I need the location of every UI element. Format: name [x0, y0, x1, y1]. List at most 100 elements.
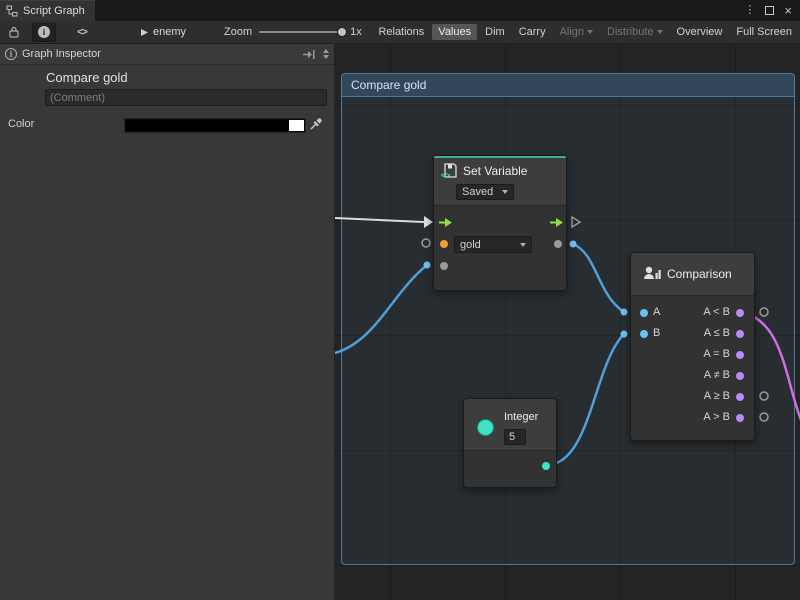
dim-button[interactable]: Dim	[479, 24, 511, 40]
overview-button[interactable]: Overview	[671, 24, 729, 40]
output-greater-port[interactable]	[736, 414, 744, 422]
flow-output-arrow[interactable]	[549, 217, 564, 228]
inspector-header-controls	[302, 49, 329, 60]
wire-value-in[interactable]	[335, 265, 427, 354]
wire-flow-in[interactable]	[335, 218, 424, 222]
chevron-down-icon	[520, 243, 526, 247]
unconnected-port-ring[interactable]	[422, 239, 430, 247]
output-label: A ≤ B	[704, 327, 730, 339]
toolbar-buttons: Relations Values Dim Carry Align Distrib…	[372, 24, 800, 40]
output-label: A ≥ B	[704, 390, 730, 402]
tab-script-graph[interactable]: Script Graph	[0, 0, 95, 21]
lock-button[interactable]	[2, 23, 26, 42]
carry-button[interactable]: Carry	[513, 24, 552, 40]
wire-flow-arrowhead	[424, 216, 433, 228]
value-output-port[interactable]	[554, 240, 562, 248]
graph-owner-item[interactable]: enemy	[140, 26, 186, 38]
info-icon: i	[38, 26, 50, 38]
graph-owner-icon	[140, 28, 149, 37]
code-view-button[interactable]: <>	[70, 23, 94, 42]
output-greaterequal-port[interactable]	[736, 393, 744, 401]
node-set-variable[interactable]: <> Set Variable Saved	[433, 155, 567, 291]
script-graph-icon	[6, 5, 18, 17]
inspector-graph-title: Compare gold	[46, 70, 128, 85]
flow-out-marker[interactable]	[572, 217, 580, 227]
titlebar: Script Graph ⋮ ×	[0, 0, 800, 21]
color-swatch[interactable]	[125, 119, 305, 132]
eyedropper-icon[interactable]	[309, 117, 323, 131]
fullscreen-button[interactable]: Full Screen	[730, 24, 798, 40]
output-label: A > B	[703, 411, 730, 423]
port-point[interactable]	[621, 309, 628, 316]
zoom-slider[interactable]	[259, 31, 343, 33]
node-integer[interactable]: Integer 5	[463, 398, 557, 488]
node-header[interactable]: Comparison	[631, 253, 754, 296]
info-icon: i	[5, 48, 17, 60]
node-header[interactable]: <> Set Variable Saved	[434, 156, 566, 206]
output-label: A = B	[703, 348, 730, 360]
chevron-down-icon	[323, 55, 329, 59]
name-port[interactable]	[440, 240, 448, 248]
output-label: A ≠ B	[704, 369, 730, 381]
graph-toolbar: i <> enemy Zoom 1x Relations Values Dim …	[0, 21, 800, 44]
zoom-control: Zoom 1x	[224, 26, 362, 38]
tab-label: Script Graph	[23, 5, 85, 17]
integer-type-icon	[477, 419, 494, 436]
unity-script-graph-window: Script Graph ⋮ × i <> enemy Zo	[0, 0, 800, 600]
variable-name-dropdown[interactable]: gold	[454, 236, 532, 253]
input-b-port[interactable]	[640, 330, 648, 338]
node-title: Integer	[504, 411, 538, 423]
relations-button[interactable]: Relations	[372, 24, 430, 40]
inspector-toggle-button[interactable]: i	[32, 23, 56, 42]
window-controls: ⋮ ×	[744, 0, 800, 21]
close-icon[interactable]: ×	[784, 4, 792, 17]
svg-text:<>: <>	[441, 171, 451, 180]
graph-canvas[interactable]: Compare gold	[335, 44, 800, 600]
dock-panel-icon[interactable]	[302, 49, 315, 60]
output-less-port[interactable]	[736, 309, 744, 317]
values-button[interactable]: Values	[432, 24, 477, 40]
port-point[interactable]	[424, 262, 431, 269]
output-label: A < B	[703, 306, 730, 318]
distribute-button[interactable]: Distribute	[601, 24, 668, 40]
wire-setvar-to-a[interactable]	[573, 244, 624, 312]
comment-input[interactable]	[45, 89, 327, 106]
graph-inspector-header: i Graph Inspector	[0, 44, 334, 65]
flow-input-arrow[interactable]	[438, 217, 453, 228]
panel-scroll-arrows[interactable]	[323, 49, 329, 59]
node-comparison[interactable]: Comparison A B A < B A ≤ B A = B A ≠ B A…	[630, 252, 755, 441]
chevron-down-icon	[657, 30, 663, 34]
node-title: Comparison	[667, 267, 732, 281]
output-equal-port[interactable]	[736, 351, 744, 359]
integer-output-port[interactable]	[542, 462, 550, 470]
input-a-port[interactable]	[640, 309, 648, 317]
align-button[interactable]: Align	[554, 24, 599, 40]
inspector-title: Graph Inspector	[22, 48, 101, 60]
zoom-label: Zoom	[224, 26, 252, 38]
window-menu-icon[interactable]: ⋮	[744, 5, 755, 16]
graph-owner-label: enemy	[153, 26, 186, 38]
node-header[interactable]: Integer 5	[464, 399, 556, 451]
graph-inspector-panel: i Graph Inspector Compare gold Color	[0, 44, 335, 600]
integer-value-field[interactable]: 5	[504, 429, 526, 445]
chevron-up-icon	[323, 49, 329, 53]
wire-integer-to-b[interactable]	[547, 334, 624, 465]
unconnected-port-ring[interactable]	[760, 392, 768, 400]
variable-kind-dropdown[interactable]: Saved	[456, 184, 514, 200]
value-input-port[interactable]	[440, 262, 448, 270]
maximize-icon[interactable]	[765, 6, 774, 15]
code-icon: <>	[77, 27, 87, 38]
port-point[interactable]	[621, 331, 628, 338]
chevron-down-icon	[587, 30, 593, 34]
unconnected-port-ring[interactable]	[760, 413, 768, 421]
input-a-label: A	[653, 306, 660, 318]
output-notequal-port[interactable]	[736, 372, 744, 380]
zoom-slider-handle[interactable]	[337, 27, 347, 37]
port-point[interactable]	[570, 241, 577, 248]
unconnected-port-ring[interactable]	[760, 308, 768, 316]
variable-accent-strip	[434, 156, 566, 158]
node-title: Set Variable	[463, 164, 527, 178]
zoom-value: 1x	[350, 26, 362, 38]
output-lessequal-port[interactable]	[736, 330, 744, 338]
lock-icon	[9, 26, 19, 38]
